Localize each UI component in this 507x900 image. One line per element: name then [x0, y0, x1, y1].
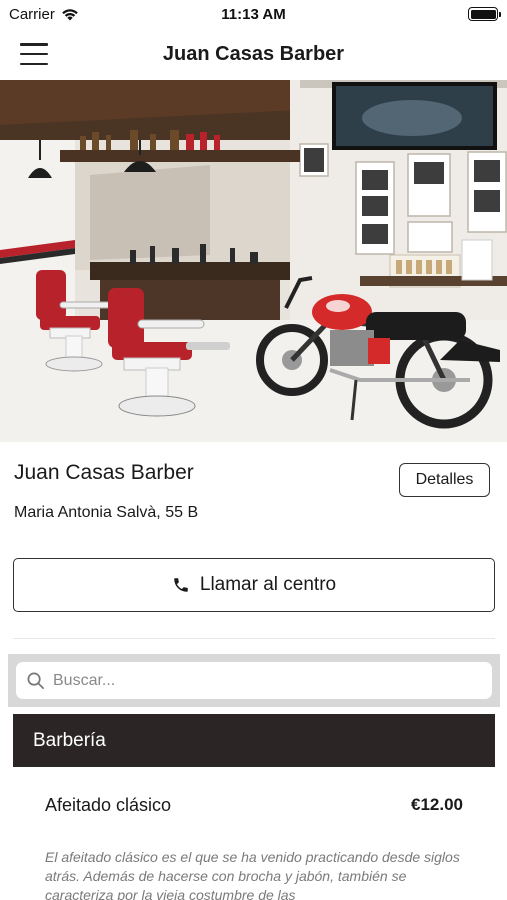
shop-address: Maria Antonia Salvà, 55 B: [14, 504, 199, 521]
nav-header: Juan Casas Barber: [0, 28, 507, 80]
service-price: €12.00: [411, 795, 463, 814]
wifi-icon: [62, 8, 78, 20]
phone-icon: [174, 578, 188, 592]
battery-icon: [468, 7, 501, 21]
shop-photo: [0, 80, 507, 442]
details-button[interactable]: Detalles: [399, 463, 490, 497]
carrier-label: Carrier: [9, 5, 55, 23]
call-button-label: Llamar al centro: [199, 574, 337, 595]
search-box: [16, 662, 492, 699]
search-icon: [27, 672, 44, 689]
service-name[interactable]: Afeitado clásico: [45, 795, 171, 816]
hamburger-menu-icon[interactable]: [20, 43, 48, 65]
search-bar: [8, 654, 500, 707]
search-input[interactable]: [53, 671, 482, 690]
shop-name: Juan Casas Barber: [14, 461, 194, 484]
status-bar: Carrier 11:13 AM: [0, 0, 507, 28]
service-description: El afeitado clásico es el que se ha veni…: [45, 849, 460, 900]
status-left: Carrier: [9, 6, 79, 23]
category-title: Barbería: [33, 729, 106, 751]
divider: [13, 638, 495, 639]
page-title: Juan Casas Barber: [162, 42, 345, 65]
call-center-button[interactable]: Llamar al centro: [13, 558, 495, 612]
category-header[interactable]: Barbería: [13, 714, 495, 767]
